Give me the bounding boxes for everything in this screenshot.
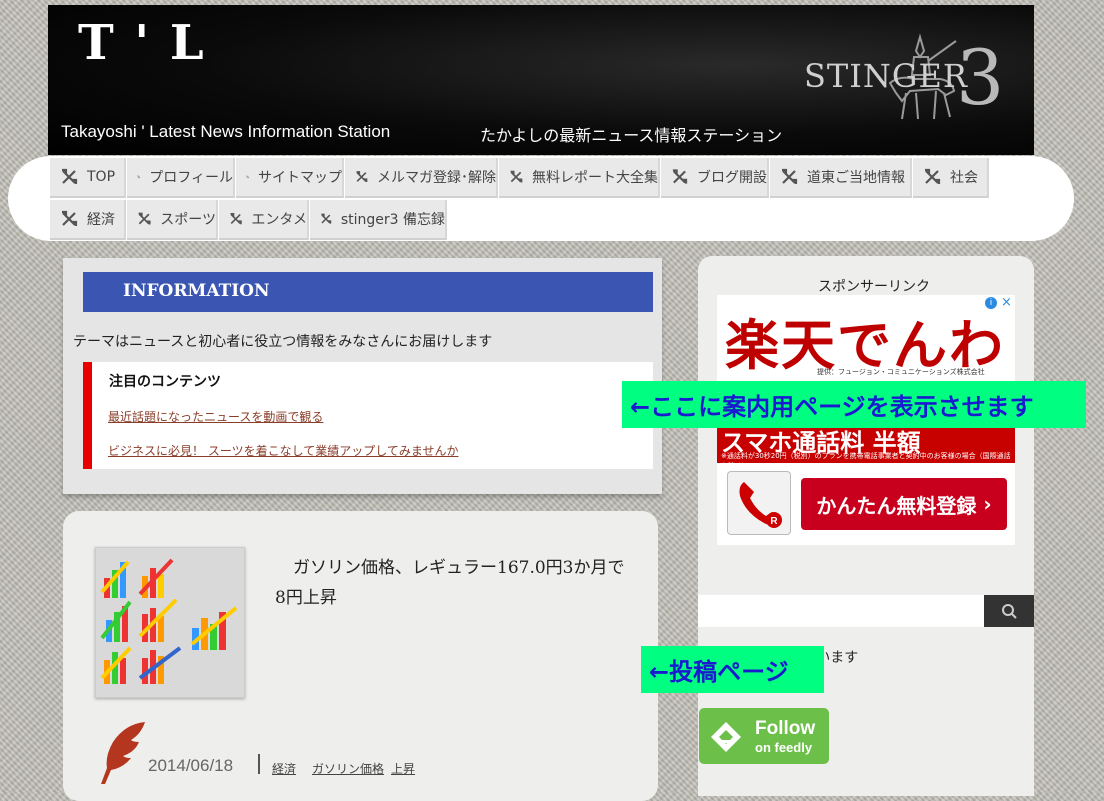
nav-label: 経済 (87, 212, 115, 228)
tag-separator: , (373, 758, 377, 772)
nav-label: 社会 (950, 170, 978, 186)
tools-icon (782, 168, 798, 184)
nav-item-sitemap[interactable]: サイトマップ (236, 158, 344, 198)
annotation-info-page: ←ここに案内用ページを表示させます (622, 381, 1086, 428)
tools-icon (925, 168, 941, 184)
nav-item-blog-setup[interactable]: ブログ開設 (661, 158, 769, 198)
nav-item-top[interactable]: TOP (50, 158, 126, 198)
nav-label: TOP (87, 169, 116, 185)
tools-icon (246, 175, 249, 179)
tools-icon (62, 210, 78, 226)
nav-label: 道東ご当地情報 (807, 170, 905, 186)
tools-icon (356, 171, 368, 183)
tools-icon (230, 212, 242, 225)
nav-label: 無料レポート大全集 (532, 170, 658, 186)
nav-label: スポーツ (160, 212, 216, 228)
tagline-ja: たかよしの最新ニュース情報ステーション (480, 126, 783, 145)
nav-label: サイトマップ (258, 170, 342, 186)
ad-info-icon[interactable]: i (985, 297, 997, 309)
quill-icon (101, 722, 145, 784)
tools-icon (62, 168, 78, 184)
ad-register-label: かんたん無料登録 (816, 493, 977, 518)
site-header: T ' L Takayoshi ' Latest News Informatio… (48, 5, 1034, 155)
theme-logo-number: 3 (956, 33, 1005, 122)
nav-label: メルマガ登録･解除 (377, 170, 496, 186)
annotation-post-page: ←投稿ページ (641, 646, 824, 693)
global-nav: TOP プロフィール サイトマップ メルマガ登録･解除 無料レポート大全集 ブロ… (8, 156, 1074, 241)
tools-icon (138, 212, 151, 225)
information-heading-text: INFORMATION (123, 281, 270, 301)
tools-icon (321, 213, 332, 224)
nav-label: プロフィール (149, 170, 233, 186)
featured-accent-bar (83, 362, 92, 469)
nav-item-local-info[interactable]: 道東ご当地情報 (770, 158, 912, 198)
nav-item-entertainment[interactable]: エンタメ (219, 200, 309, 240)
tagline-en: Takayoshi ' Latest News Information Stat… (61, 122, 391, 141)
featured-link-videos[interactable]: 最近話題になったニュースを動画で観る (108, 408, 323, 425)
date-separator (258, 754, 260, 774)
phone-icon: R (727, 471, 791, 535)
tools-icon (672, 169, 688, 184)
search-icon (1002, 604, 1017, 619)
feedly-label-on-feedly: on feedly (755, 740, 813, 755)
nav-item-free-reports[interactable]: 無料レポート大全集 (499, 158, 660, 198)
ad-provider: 提供：フュージョン・コミュニケーションズ株式会社 (817, 368, 985, 376)
feedly-label-follow: Follow (755, 718, 816, 739)
nav-item-economy[interactable]: 経済 (50, 200, 126, 240)
nav-item-newsletter[interactable]: メルマガ登録･解除 (345, 158, 498, 198)
search-button[interactable] (984, 595, 1034, 627)
post-thumbnail[interactable] (95, 547, 245, 698)
feedly-icon (711, 722, 741, 752)
information-description: テーマはニュースと初心者に役立つ情報をみなさんにお届けします (73, 334, 493, 350)
sponsor-label: スポンサーリンク (818, 279, 930, 295)
post-category-link[interactable]: 経済 (272, 760, 296, 777)
theme-logo: STINGER (804, 57, 968, 95)
site-logo[interactable]: T ' L (78, 15, 206, 71)
featured-link-suits[interactable]: ビジネスに必見！ スーツを着こなして業績アップしてみませんか (108, 442, 459, 459)
svg-text:R: R (770, 516, 778, 527)
post-tag-link[interactable]: 上昇 (391, 760, 415, 777)
search-input[interactable] (698, 595, 984, 627)
tools-icon (137, 175, 141, 179)
ad-register-button[interactable]: かんたん無料登録 › (801, 478, 1007, 530)
featured-content-title: 注目のコンテンツ (109, 374, 221, 390)
nav-item-sports[interactable]: スポーツ (127, 200, 218, 240)
chart-arrows-icon (96, 548, 244, 697)
tools-icon (510, 170, 523, 183)
post-title[interactable]: ガソリン価格、レギュラー167.0円3か月で8円上昇 (275, 553, 625, 613)
ad-close-icon[interactable]: × (1001, 295, 1012, 310)
post-date: 2014/06/18 (148, 756, 234, 775)
nav-item-society[interactable]: 社会 (913, 158, 989, 198)
nav-item-stinger-notes[interactable]: stinger3 備忘録 (310, 200, 447, 240)
ad-fine-print: ※通話料が30秒20円（税別）のプランを携帯電話事業者と契約中のお客様の場合（国… (721, 452, 1011, 470)
nav-label: エンタメ (251, 212, 307, 228)
nav-label: ブログ開設 (697, 170, 767, 186)
nav-item-profile[interactable]: プロフィール (127, 158, 235, 198)
nav-label: stinger3 備忘録 (340, 212, 445, 228)
